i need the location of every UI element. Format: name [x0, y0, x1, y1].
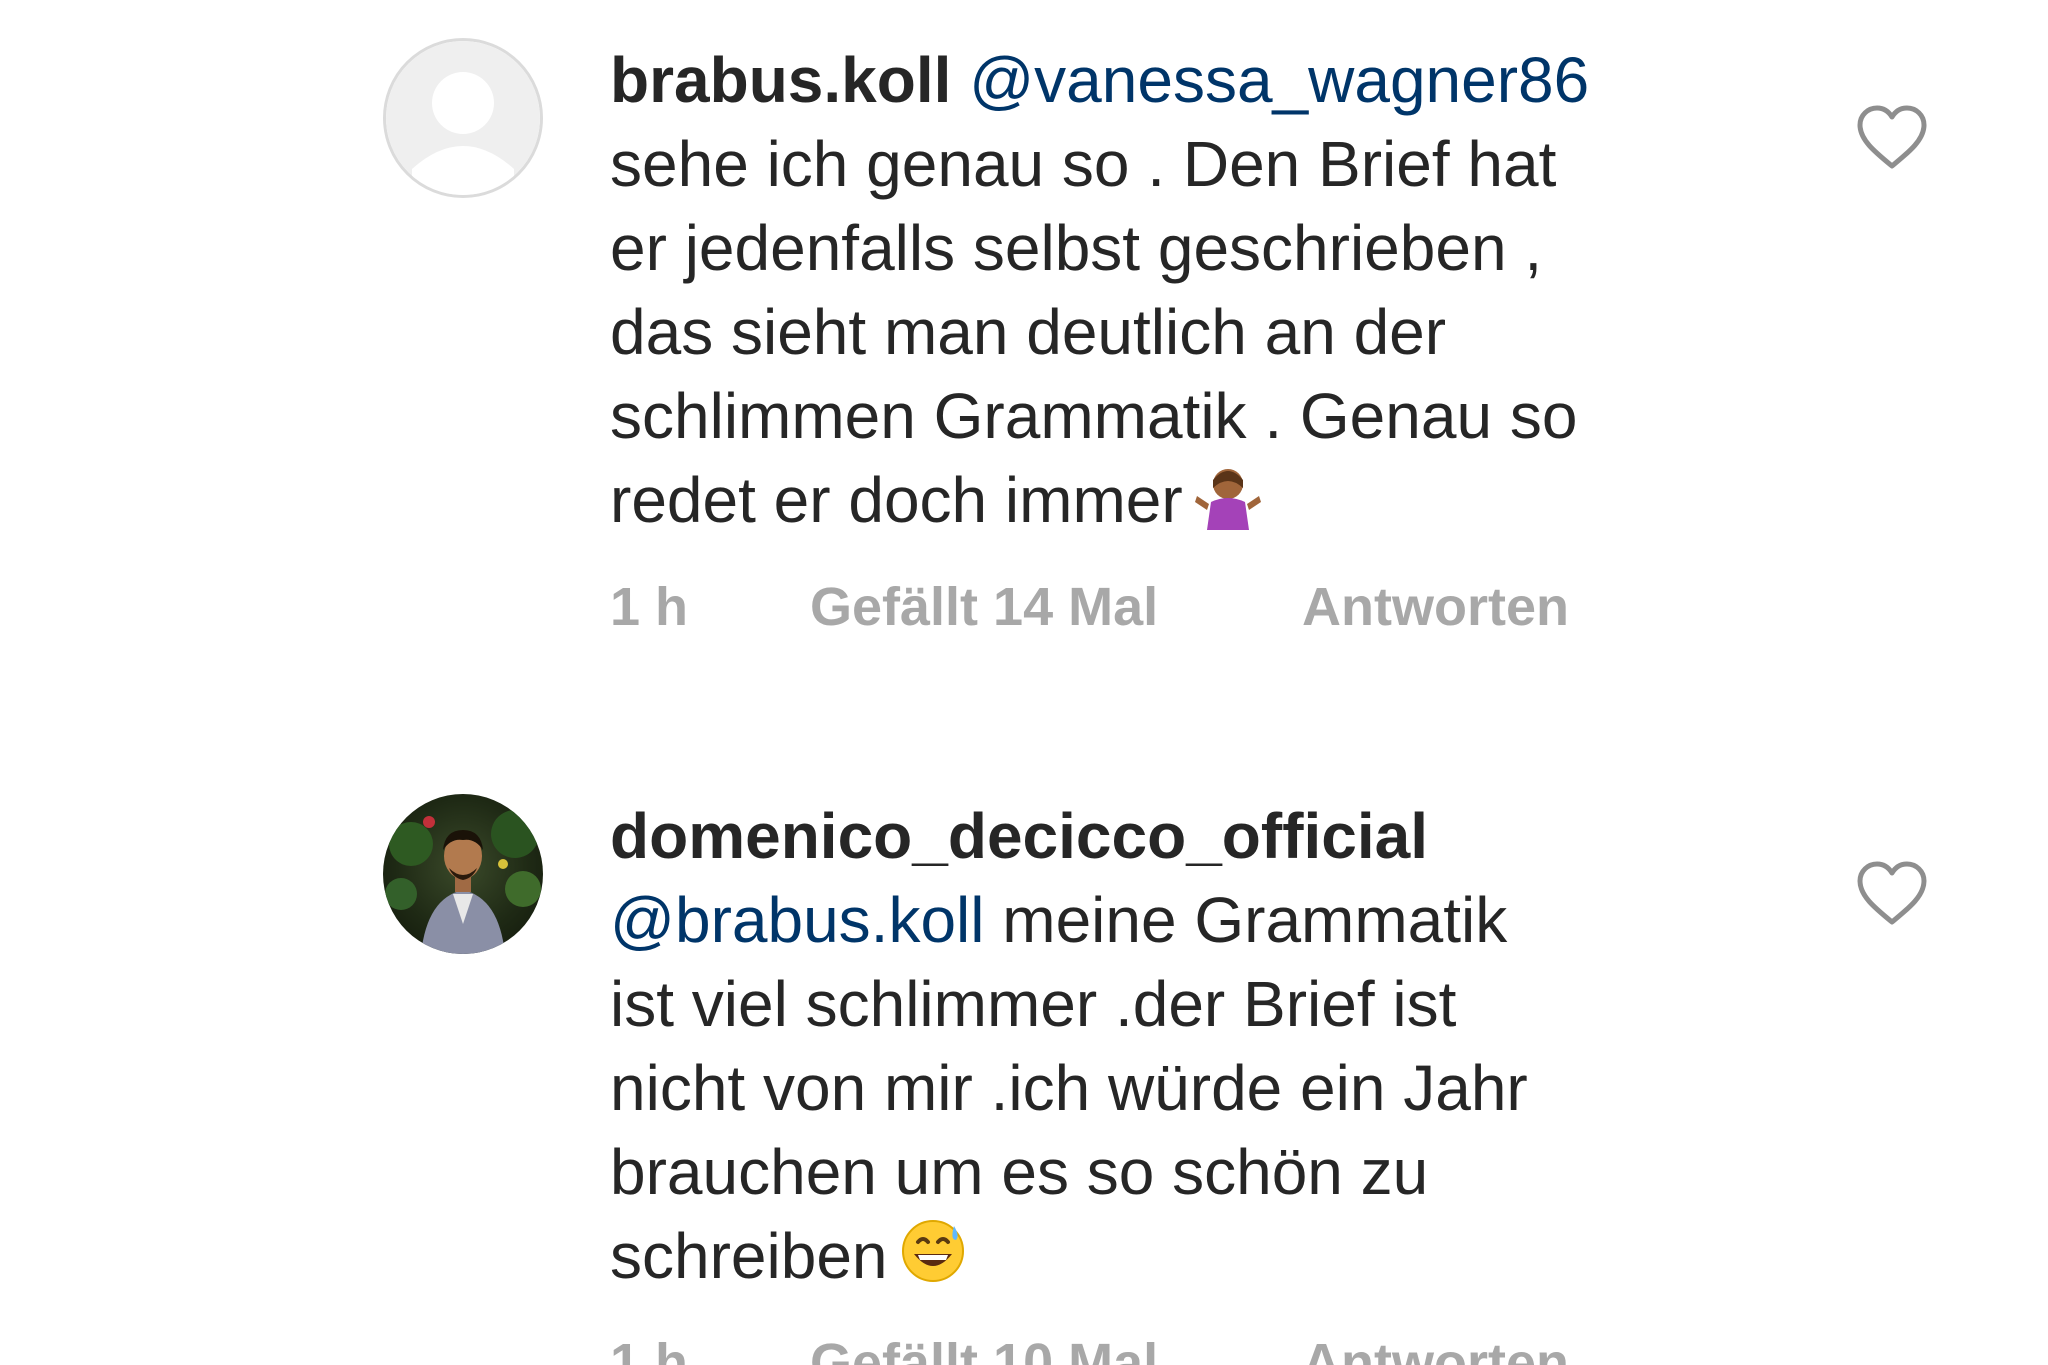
like-heart-icon[interactable] — [1855, 104, 1929, 172]
comment-line: schreiben — [610, 1220, 888, 1292]
comments-screen: brabus.koll @vanessa_wagner86 sehe ich g… — [0, 0, 2048, 1365]
like-heart-icon[interactable] — [1855, 860, 1929, 928]
comment-text: domenico_decicco_official @brabus.koll m… — [610, 794, 1770, 1306]
comment-time: 1 h — [610, 577, 689, 637]
default-avatar-icon — [386, 41, 540, 195]
comment-line: er jedenfalls selbst geschrieben , — [610, 212, 1543, 284]
grinning-sweat-emoji-icon — [898, 1216, 968, 1306]
avatar[interactable] — [383, 794, 543, 954]
comment-line: sehe ich genau so . Den Brief hat — [610, 128, 1557, 200]
comment-line: brauchen um es so schön zu — [610, 1136, 1429, 1208]
comment-likes[interactable]: Gefällt 14 Mal — [810, 576, 1158, 638]
comment-line: das sieht man deutlich an der — [610, 296, 1447, 368]
comment-line: meine Grammatik — [984, 884, 1508, 956]
profile-photo-icon — [385, 810, 541, 954]
comment-username[interactable]: brabus.koll — [610, 44, 951, 116]
comment-line: schlimmen Grammatik . Genau so — [610, 380, 1578, 452]
comment-username[interactable]: domenico_decicco_official — [610, 800, 1428, 872]
comment-text: brabus.koll @vanessa_wagner86 sehe ich g… — [610, 38, 1770, 550]
comment-line: nicht von mir .ich würde ein Jahr — [610, 1052, 1528, 1124]
reply-button[interactable]: Antworten — [1302, 1332, 1569, 1365]
avatar[interactable] — [383, 38, 543, 198]
comment-likes[interactable]: Gefällt 10 Mal — [810, 1332, 1158, 1365]
shrug-emoji-icon — [1193, 460, 1263, 550]
comment-mention[interactable]: @brabus.koll — [610, 884, 984, 956]
comment-line: ist viel schlimmer .der Brief ist — [610, 968, 1457, 1040]
comment-line: redet er doch immer — [610, 464, 1183, 536]
reply-button[interactable]: Antworten — [1302, 576, 1569, 638]
comment-mention[interactable]: @vanessa_wagner86 — [969, 44, 1589, 116]
comment-time: 1 h — [610, 1333, 689, 1365]
